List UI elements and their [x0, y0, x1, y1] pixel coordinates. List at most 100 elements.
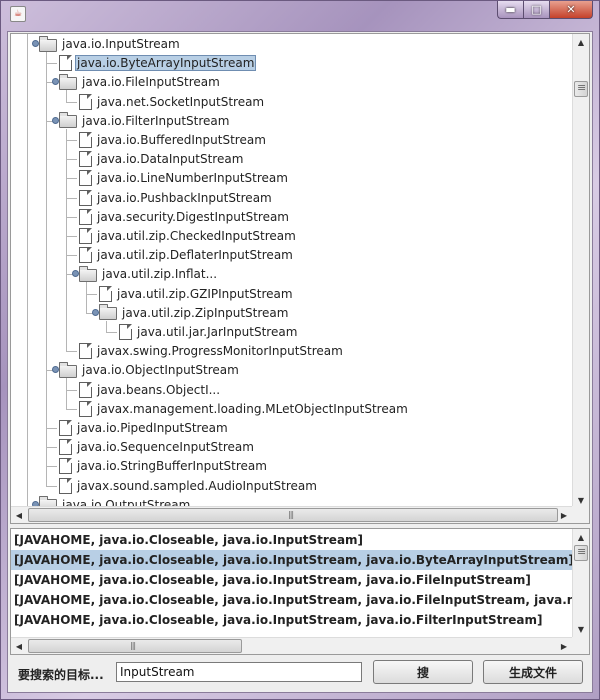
tree-expand-toggle-icon[interactable]	[52, 78, 63, 86]
tree-node-label[interactable]: java.security.DigestInputStream	[95, 209, 291, 225]
tree-expand-toggle-icon[interactable]	[52, 366, 63, 374]
folder-icon	[59, 112, 77, 129]
tree-node-label[interactable]: java.io.SequenceInputStream	[75, 439, 256, 455]
file-icon	[99, 285, 112, 302]
scroll-down-icon[interactable]: ▼	[573, 621, 589, 637]
list-item[interactable]: [JAVAHOME, java.io.Closeable, java.io.In…	[11, 610, 572, 630]
tree-node-label[interactable]: java.io.ByteArrayInputStream	[75, 55, 257, 72]
tree-node-label[interactable]: java.util.zip.CheckedInputStream	[95, 228, 298, 244]
tree-node-label[interactable]: java.util.zip.GZIPInputStream	[115, 286, 295, 302]
tree-node[interactable]: java.io.ByteArrayInputStream	[59, 53, 257, 73]
tree-node-label[interactable]: java.beans.ObjectI...	[95, 382, 222, 398]
tree-node[interactable]: java.io.InputStream	[32, 34, 182, 54]
java-cup-icon[interactable]: ☕	[10, 6, 26, 22]
path-list[interactable]: [JAVAHOME, java.io.Closeable, java.io.In…	[11, 529, 572, 637]
tree-connector	[66, 351, 77, 353]
tree-expand-toggle-icon[interactable]	[92, 308, 103, 316]
scroll-right-icon[interactable]: ▶	[556, 507, 572, 523]
tree-node[interactable]: java.beans.ObjectI...	[79, 380, 222, 400]
tree-node-label[interactable]: java.util.zip.Inflat...	[100, 266, 219, 282]
tree-expand-toggle-icon[interactable]	[52, 116, 63, 124]
list-vscroll-thumb[interactable]	[574, 545, 588, 561]
tree-expand-toggle-icon[interactable]	[72, 270, 83, 278]
tree-node-label[interactable]: java.util.zip.ZipInputStream	[120, 305, 290, 321]
tree-node[interactable]: java.util.zip.GZIPInputStream	[99, 284, 295, 304]
tree-node[interactable]: java.io.StringBufferInputStream	[59, 456, 269, 476]
tree-node[interactable]: java.util.jar.JarInputStream	[119, 322, 299, 342]
scroll-up-icon[interactable]: ▲	[573, 529, 589, 545]
scroll-left-icon[interactable]: ◀	[11, 638, 27, 654]
tree-node[interactable]: java.util.zip.ZipInputStream	[92, 303, 290, 323]
tree-node-label[interactable]: java.io.ObjectInputStream	[80, 362, 241, 378]
scroll-left-icon[interactable]: ◀	[11, 507, 27, 523]
list-vertical-scrollbar[interactable]: ▲ ▼	[572, 529, 589, 637]
tree-connector	[66, 408, 77, 410]
scroll-up-icon[interactable]: ▲	[573, 34, 589, 50]
tree-node[interactable]: java.io.PipedInputStream	[59, 418, 230, 438]
tree-node-label[interactable]: javax.management.loading.MLetObjectInput…	[95, 401, 410, 417]
tree-node[interactable]: javax.management.loading.MLetObjectInput…	[79, 399, 410, 419]
tree-node-label[interactable]: java.io.StringBufferInputStream	[75, 458, 269, 474]
tree-node-label[interactable]: javax.swing.ProgressMonitorInputStream	[95, 343, 345, 359]
tree-node-label[interactable]: java.io.InputStream	[60, 36, 182, 52]
generate-file-button[interactable]: 生成文件	[483, 660, 583, 684]
tree-vscroll-thumb[interactable]	[574, 81, 588, 97]
tree-node[interactable]: java.io.LineNumberInputStream	[79, 168, 290, 188]
file-icon	[59, 477, 72, 494]
search-button[interactable]: 搜	[373, 660, 473, 684]
file-icon	[79, 400, 92, 417]
class-tree[interactable]: java.io.InputStream java.io.ByteArrayInpu…	[11, 34, 572, 508]
scroll-corner	[572, 637, 589, 654]
tree-node-label[interactable]: java.util.zip.DeflaterInputStream	[95, 247, 295, 263]
tree-node[interactable]: java.security.DigestInputStream	[79, 207, 291, 227]
tree-node[interactable]: java.io.PushbackInputStream	[79, 188, 274, 208]
list-item[interactable]: [JAVAHOME, java.io.Closeable, java.io.In…	[11, 570, 572, 590]
file-icon	[79, 247, 92, 264]
tree-node-label[interactable]: java.io.BufferedInputStream	[95, 132, 268, 148]
tree-node-label[interactable]: javax.sound.sampled.AudioInputStream	[75, 478, 319, 494]
tree-horizontal-scrollbar[interactable]: ◀ ▶	[11, 506, 572, 523]
tree-connector	[46, 447, 57, 449]
tree-node[interactable]: java.io.ObjectInputStream	[52, 360, 241, 380]
tree-node-label[interactable]: java.io.PushbackInputStream	[95, 190, 274, 206]
list-item[interactable]: [JAVAHOME, java.io.Closeable, java.io.In…	[11, 590, 572, 610]
list-item[interactable]: [JAVAHOME, java.io.Closeable, java.io.In…	[11, 550, 572, 570]
list-horizontal-scrollbar[interactable]: ◀ ▶	[11, 637, 572, 654]
list-item[interactable]: [JAVAHOME, java.io.Closeable, java.io.In…	[11, 530, 572, 550]
tree-node[interactable]: javax.sound.sampled.AudioInputStream	[59, 476, 319, 496]
tree-node[interactable]: java.io.DataInputStream	[79, 149, 245, 169]
title-bar[interactable]: ☕ ▬ □ ✕	[1, 1, 599, 25]
tree-node-label[interactable]: java.net.SocketInputStream	[95, 94, 266, 110]
tree-node-label[interactable]: java.util.jar.JarInputStream	[135, 324, 299, 340]
tree-node-label[interactable]: java.io.DataInputStream	[95, 151, 245, 167]
tree-vertical-scrollbar[interactable]: ▲ ▼	[572, 34, 589, 508]
tree-expand-toggle-icon[interactable]	[32, 40, 43, 47]
tree-node-label[interactable]: java.io.FileInputStream	[80, 74, 222, 90]
list-hscroll-thumb[interactable]	[28, 639, 242, 653]
tree-node[interactable]: java.net.SocketInputStream	[79, 92, 266, 112]
tree-node[interactable]: java.io.FileInputStream	[52, 72, 222, 92]
search-target-label: 要搜索的目标...	[18, 668, 104, 682]
tree-node[interactable]: java.io.SequenceInputStream	[59, 437, 256, 457]
scroll-corner	[572, 506, 589, 523]
search-input[interactable]	[116, 662, 362, 682]
tree-connector	[66, 178, 77, 180]
tree-hscroll-thumb[interactable]	[28, 508, 558, 522]
scroll-right-icon[interactable]: ▶	[556, 638, 572, 654]
minimize-button[interactable]: ▬	[497, 1, 523, 19]
tree-connector	[46, 63, 57, 65]
tree-node[interactable]: java.util.zip.CheckedInputStream	[79, 226, 298, 246]
tree-node-label[interactable]: java.io.PipedInputStream	[75, 420, 230, 436]
tree-node-label[interactable]: java.io.LineNumberInputStream	[95, 170, 290, 186]
tree-node[interactable]: javax.swing.ProgressMonitorInputStream	[79, 341, 345, 361]
tree-connector	[66, 216, 77, 218]
tree-node-label[interactable]: java.io.FilterInputStream	[80, 113, 231, 129]
close-button[interactable]: ✕	[549, 1, 593, 19]
folder-icon	[99, 304, 117, 321]
tree-node[interactable]: java.io.BufferedInputStream	[79, 130, 268, 150]
maximize-button[interactable]: □	[523, 1, 549, 19]
tree-node[interactable]: java.util.zip.DeflaterInputStream	[79, 245, 295, 265]
tree-node[interactable]: java.util.zip.Inflat...	[72, 264, 219, 284]
tree-connector	[66, 128, 67, 352]
tree-node[interactable]: java.io.FilterInputStream	[52, 111, 231, 131]
